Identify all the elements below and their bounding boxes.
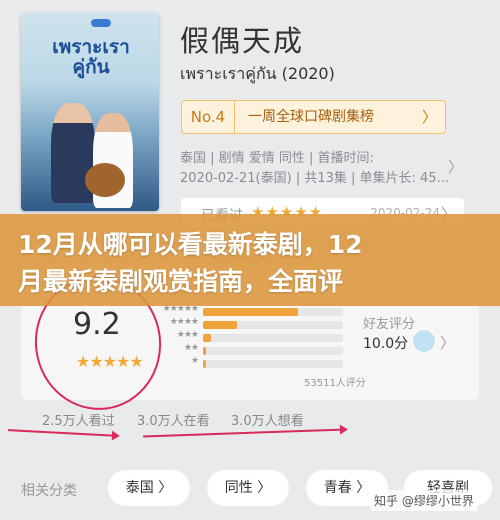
distribution-bar	[203, 321, 343, 329]
annotation-arrow	[143, 428, 346, 438]
friend-rating-score: 10.0分	[363, 336, 409, 352]
chevron-right-icon[interactable]: 〉	[440, 332, 455, 353]
distribution-fill	[203, 334, 212, 342]
headline-line: 月最新泰剧观赏指南，全面评	[18, 267, 344, 296]
chevron-right-icon: 〉	[421, 108, 437, 126]
want-count: 3.0万人想看	[231, 414, 304, 429]
watched-count: 2.5万人看过	[42, 414, 115, 429]
distribution-bar	[203, 360, 343, 368]
distribution-bar	[203, 308, 343, 316]
distribution-bar	[203, 347, 343, 355]
app-screen: เพราะเรา คู่กัน 假偶天成 เพราะเราคู่กัน (202…	[0, 0, 500, 520]
tag-thailand[interactable]: 泰国 〉	[108, 470, 190, 506]
distribution-fill	[203, 360, 206, 368]
rating-count: 53511人评分	[304, 378, 366, 389]
show-meta-line: 2020-02-21(泰国) | 共13集 | 单集片长: 45...	[180, 171, 449, 186]
original-title: เพราะเราคู่กัน (2020)	[180, 64, 335, 83]
guitar-icon	[85, 163, 125, 197]
rank-badge[interactable]: No.4 一周全球口碑剧集榜 〉	[181, 100, 446, 134]
related-categories-label: 相关分类	[21, 483, 77, 499]
poster-title: เพราะเรา คู่กัน	[52, 36, 130, 78]
rank-number: No.4	[182, 101, 235, 133]
distribution-fill	[203, 308, 299, 316]
distribution-bar	[203, 334, 343, 342]
annotation-arrow	[8, 429, 118, 437]
show-meta-line: 泰国 | 剧情 爱情 同性 | 首播时间:	[180, 151, 374, 166]
tag-gay[interactable]: 同性 〉	[207, 470, 289, 506]
watermark: 知乎 @缪缪小世界	[370, 490, 478, 511]
distribution-fill	[203, 347, 206, 355]
avatar[interactable]	[412, 329, 436, 353]
poster-image[interactable]: เพราะเรา คู่กัน	[21, 13, 159, 211]
distribution-fill	[203, 321, 237, 329]
rank-label: 一周全球口碑剧集榜	[248, 109, 374, 125]
friend-rating-label: 好友评分	[363, 317, 416, 332]
headline-line: 12月从哪可以看最新泰剧，12	[18, 230, 363, 259]
rating-distribution-row: ★	[148, 356, 368, 370]
channel-logo	[91, 19, 111, 27]
watching-count: 3.0万人在看	[137, 414, 210, 429]
show-title: 假偶天成	[180, 24, 305, 58]
chevron-right-icon[interactable]: 〉	[448, 156, 463, 177]
